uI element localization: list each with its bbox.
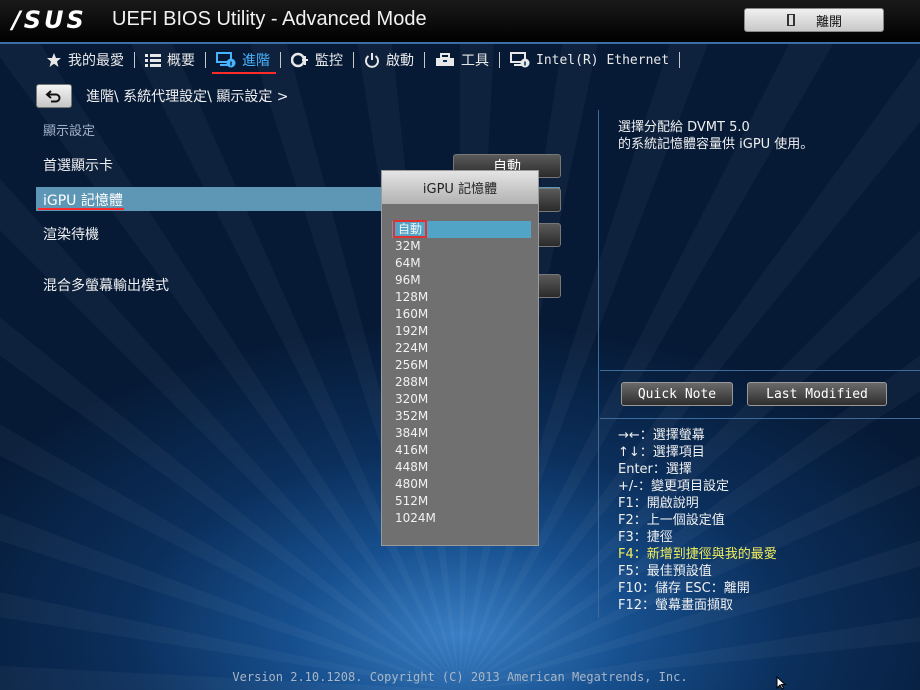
tab-label: 啟動 [386, 53, 414, 69]
ethernet-icon [510, 52, 530, 68]
popup-option-label: 352M [395, 409, 429, 423]
help-line: 選擇分配給 DVMT 5.0 [618, 120, 750, 135]
popup-option-label: 96M [395, 273, 421, 287]
popup-option-label: 64M [395, 256, 421, 270]
key-hint: +/-：變更項目設定 [618, 479, 729, 494]
header-divider [0, 42, 920, 44]
tab-label: 概要 [167, 53, 195, 69]
app-title: UEFI BIOS Utility - Advanced Mode [112, 8, 427, 30]
popup-option[interactable]: 32M [382, 238, 538, 255]
popup-option-label: 320M [395, 392, 429, 406]
key-hint: F12：螢幕畫面擷取 [618, 598, 734, 613]
popup-option[interactable]: 288M [382, 374, 538, 391]
monitor-icon [291, 52, 308, 68]
help-text: 選擇分配給 DVMT 5.0 的系統記憶體容量供 iGPU 使用。 [618, 119, 813, 153]
popup-option[interactable]: 128M [382, 289, 538, 306]
popup-option-label: 224M [395, 341, 429, 355]
popup-option-label: 32M [395, 239, 421, 253]
tab-label: 進階 [242, 53, 270, 69]
popup-option-label: 1024M [395, 511, 436, 525]
popup-option-label: 自動 [392, 220, 428, 238]
asus-logo: /SUS [12, 6, 87, 34]
key-hint: F1：開啟說明 [618, 496, 699, 511]
tab-label: 工具 [461, 53, 489, 69]
exit-door-icon [786, 14, 795, 26]
popup-option[interactable]: 448M [382, 459, 538, 476]
popup-option[interactable]: 480M [382, 476, 538, 493]
popup-option[interactable]: 64M [382, 255, 538, 272]
tab-intel-ethernet[interactable]: Intel(R) Ethernet [500, 48, 679, 72]
popup-option[interactable]: 自動 [392, 220, 531, 238]
key-hint: F10：儲存 ESC：離開 [618, 581, 750, 596]
exit-label: 離開 [815, 14, 842, 30]
igpu-memory-popup: iGPU 記憶體 自動 32M 64M 96M 128M 160M 192M 224M 256M… [381, 170, 539, 546]
breadcrumb: 進階\ 系統代理設定\ 顯示設定 > [86, 89, 289, 105]
popup-option-label: 416M [395, 443, 429, 457]
popup-option-label: 160M [395, 307, 429, 321]
tab-advanced[interactable]: 進階 [206, 48, 280, 74]
popup-option[interactable]: 320M [382, 391, 538, 408]
advanced-icon [216, 52, 236, 68]
popup-title: iGPU 記憶體 [382, 171, 538, 204]
list-icon [145, 54, 161, 67]
key-hint: →←：選擇螢幕 [618, 428, 705, 443]
panel-divider [598, 110, 599, 618]
popup-option[interactable]: 384M [382, 425, 538, 442]
popup-option-label: 256M [395, 358, 429, 372]
quick-note-button[interactable]: Quick Note [621, 382, 733, 406]
power-icon [365, 53, 379, 68]
popup-option[interactable]: 416M [382, 442, 538, 459]
main-tabs: 我的最愛 概要 進階 監控 啟動 工具 Intel(R) Ethernet [36, 48, 681, 74]
tool-icon [436, 53, 454, 66]
help-line: 的系統記憶體容量供 iGPU 使用。 [618, 137, 814, 152]
popup-option-list: 自動 32M 64M 96M 128M 160M 192M 224M 256M 288M 320M 3… [382, 220, 538, 527]
tab-overview[interactable]: 概要 [135, 48, 205, 72]
popup-option[interactable]: 96M [382, 272, 538, 289]
key-hint: F2：上一個設定值 [618, 513, 725, 528]
key-hint: Enter：選擇 [618, 462, 692, 477]
popup-option-label: 448M [395, 460, 429, 474]
key-hint-f4: F4：新增到捷徑與我的最愛 [618, 547, 777, 562]
popup-option[interactable]: 160M [382, 306, 538, 323]
tab-tool[interactable]: 工具 [425, 48, 499, 72]
section-title: 顯示設定 [43, 124, 96, 139]
setting-label: 首選顯示卡 [43, 158, 113, 174]
help-divider [600, 370, 920, 371]
exit-button[interactable]: 離開 [744, 8, 884, 32]
popup-option-label: 192M [395, 324, 429, 338]
popup-option[interactable]: 224M [382, 340, 538, 357]
tab-label: Intel(R) Ethernet [536, 52, 670, 68]
tab-favorites[interactable]: 我的最愛 [36, 48, 134, 72]
selection-underline [38, 208, 124, 210]
popup-option-label: 128M [395, 290, 429, 304]
popup-option[interactable]: 192M [382, 323, 538, 340]
popup-option-label: 480M [395, 477, 429, 491]
popup-option-label: 384M [395, 426, 429, 440]
key-legend: →←：選擇螢幕 ↑↓：選擇項目 Enter：選擇 +/-：變更項目設定 F1：開… [618, 427, 777, 614]
popup-option[interactable]: 512M [382, 493, 538, 510]
keys-divider [600, 418, 920, 419]
tab-label: 監控 [315, 53, 343, 69]
star-icon [47, 53, 61, 67]
tab-boot[interactable]: 啟動 [354, 48, 424, 72]
popup-option[interactable]: 256M [382, 357, 538, 374]
last-modified-button[interactable]: Last Modified [747, 382, 887, 406]
popup-option[interactable]: 352M [382, 408, 538, 425]
back-arrow-icon [45, 90, 61, 103]
back-button[interactable] [36, 84, 72, 108]
popup-option[interactable]: 1024M [382, 510, 538, 527]
setting-label: 渲染待機 [43, 227, 99, 243]
key-hint: ↑↓：選擇項目 [618, 445, 705, 460]
tab-monitor[interactable]: 監控 [281, 48, 353, 72]
popup-option-label: 512M [395, 494, 429, 508]
header-bar: /SUS UEFI BIOS Utility - Advanced Mode 離… [0, 0, 920, 42]
tab-separator [679, 52, 681, 68]
tab-label: 我的最愛 [68, 53, 124, 69]
setting-label: 混合多螢幕輸出模式 [43, 278, 169, 294]
key-hint: F5：最佳預設值 [618, 564, 712, 579]
key-hint: F3：捷徑 [618, 530, 673, 545]
mouse-cursor-icon [776, 676, 786, 690]
popup-option-label: 288M [395, 375, 429, 389]
setting-label: iGPU 記憶體 [43, 193, 123, 209]
